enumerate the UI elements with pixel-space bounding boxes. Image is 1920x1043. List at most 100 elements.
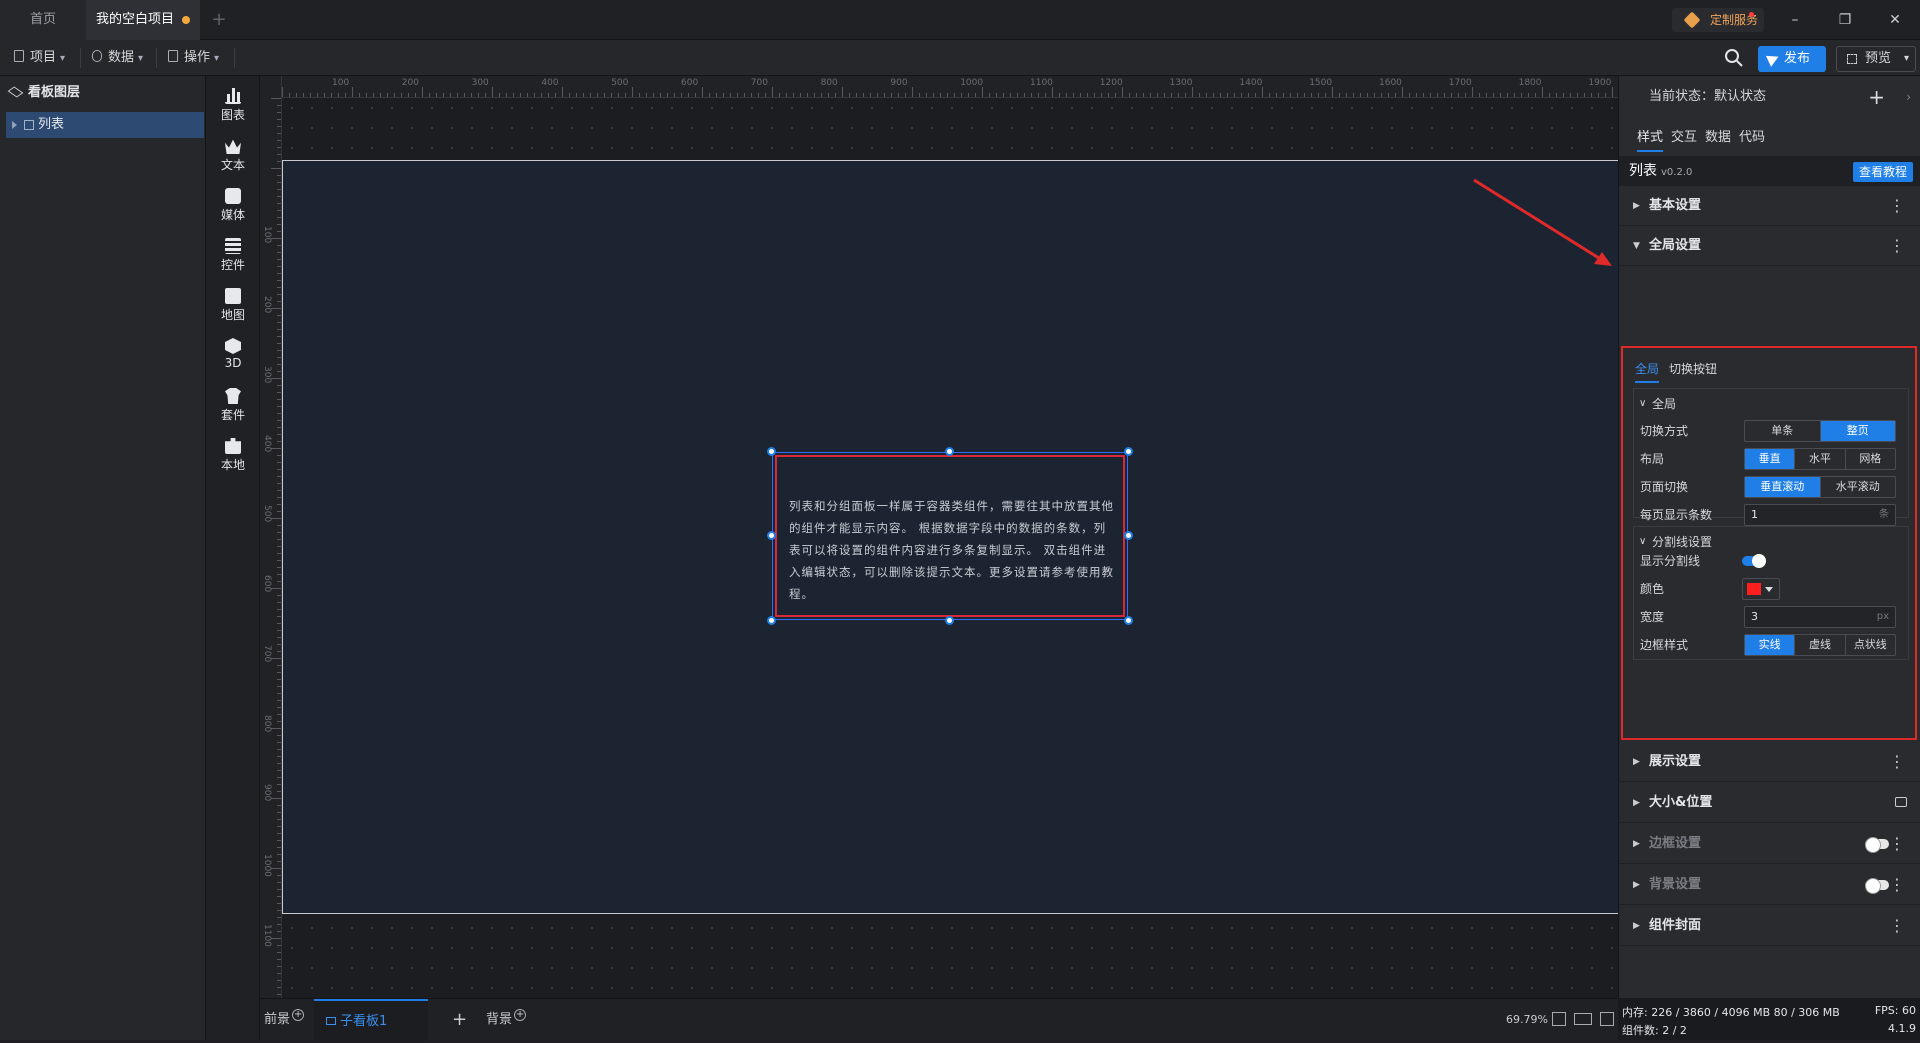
per-page-input[interactable]: 1条 (1744, 504, 1896, 526)
menu-operate-label: 操作 (184, 50, 211, 65)
resize-handle[interactable] (1124, 616, 1133, 625)
field-label: 页面切换 (1640, 480, 1689, 494)
resize-handle[interactable] (767, 531, 776, 540)
border-style-segmented: 实线 虚线 点状线 (1744, 634, 1896, 656)
show-divider-toggle[interactable] (1742, 554, 1766, 568)
resize-handle[interactable] (945, 616, 954, 625)
resize-handle[interactable] (1124, 447, 1133, 456)
ruler-horizontal: 100 200 300 400 500 600 700 800 900 1000 1100 1200 1… (260, 76, 1618, 98)
menu-data-label: 数据 (108, 50, 135, 65)
option-solid[interactable]: 实线 (1745, 635, 1796, 655)
section-global[interactable]: ▼ 全局设置 ⋮ (1619, 226, 1920, 266)
terminal-icon[interactable] (1600, 1012, 1614, 1026)
more-icon[interactable]: ⋮ (1889, 742, 1905, 782)
option-vertical[interactable]: 垂直 (1745, 449, 1796, 469)
add-board-button[interactable]: + (452, 999, 467, 1041)
tab-style[interactable]: 样式 (1637, 126, 1664, 152)
minimize-button[interactable]: – (1772, 0, 1818, 40)
layers-icon (7, 86, 24, 98)
menu-project[interactable]: 项目 ▾ (14, 48, 65, 68)
width-input[interactable]: 3 px (1744, 606, 1896, 628)
tab-code[interactable]: 代码 (1739, 126, 1765, 152)
view-tutorial-button[interactable]: 查看教程 (1852, 162, 1913, 182)
tab-project[interactable]: 我的空白项目 (86, 0, 200, 40)
menu-project-label: 项目 (30, 50, 57, 65)
chevron-right-icon[interactable]: › (1906, 76, 1911, 118)
fit-screen-icon[interactable] (1552, 1012, 1566, 1026)
layer-item-list[interactable]: 列表 (6, 112, 204, 138)
border-toggle[interactable] (1865, 837, 1889, 853)
tool-widget[interactable]: 控件 (206, 238, 260, 273)
file-icon (14, 50, 24, 62)
search-icon[interactable] (1722, 46, 1746, 70)
chevron-down-icon: ▾ (138, 53, 144, 64)
section-display-label: 展示设置 (1649, 754, 1702, 769)
custom-service-button[interactable]: 定制服务 (1672, 8, 1764, 32)
field-label: 每页显示条数 (1640, 508, 1713, 522)
menu-operate[interactable]: 操作 ▾ (168, 48, 219, 68)
memory-status: 内存: 226 / 3860 / 4096 MB 80 / 306 MB (1622, 1006, 1840, 1019)
section-border[interactable]: ▶ 边框设置 ⋮ (1619, 824, 1920, 864)
more-icon[interactable]: ⋮ (1889, 824, 1905, 864)
resize-handle[interactable] (945, 447, 954, 456)
option-horizontal-scroll[interactable]: 水平滚动 (1821, 477, 1896, 497)
resize-handle[interactable] (767, 616, 776, 625)
resize-handle[interactable] (1124, 531, 1133, 540)
resize-handle[interactable] (767, 447, 776, 456)
more-icon[interactable]: ⋮ (1889, 906, 1905, 946)
add-icon[interactable]: + (514, 1009, 527, 1021)
section-basic[interactable]: ▶ 基本设置 ⋮ (1619, 186, 1920, 226)
section-cover[interactable]: ▶ 组件封面 ⋮ (1619, 906, 1920, 946)
more-icon[interactable]: ⋮ (1889, 226, 1905, 266)
ruler-tick-label: 1200 (1099, 78, 1123, 88)
background-toggle[interactable] (1865, 878, 1889, 894)
field-label: 布局 (1640, 452, 1665, 466)
tool-local[interactable]: 本地 (206, 438, 260, 473)
tool-chart[interactable]: 图表 (206, 88, 260, 123)
tool-kit[interactable]: 套件 (206, 388, 260, 423)
tab-background[interactable]: 背景 + (486, 999, 527, 1041)
map-icon (225, 288, 241, 304)
tab-data[interactable]: 数据 (1705, 126, 1731, 152)
option-single[interactable]: 单条 (1745, 421, 1821, 441)
restore-button[interactable]: ❐ (1822, 0, 1868, 40)
lock-icon[interactable] (1895, 797, 1907, 807)
tool-media[interactable]: 媒体 (206, 188, 260, 223)
keyboard-icon[interactable] (1574, 1013, 1592, 1025)
option-dotted[interactable]: 点状线 (1846, 635, 1895, 655)
tab-home[interactable]: 首页 (0, 0, 86, 40)
state-row: 当前状态：默认状态 + › (1619, 76, 1920, 118)
publish-button[interactable]: 发布 (1758, 46, 1826, 72)
tool-3d[interactable]: 3D (206, 338, 260, 370)
option-horizontal[interactable]: 水平 (1795, 449, 1846, 469)
ruler-tick-label: 500 (611, 78, 629, 88)
option-vertical-scroll[interactable]: 垂直滚动 (1745, 477, 1821, 497)
add-tab-button[interactable]: + (206, 0, 232, 40)
color-picker[interactable] (1742, 578, 1780, 600)
more-icon[interactable]: ⋮ (1889, 865, 1905, 905)
section-display[interactable]: ▶ 展示设置 ⋮ (1619, 742, 1920, 782)
canvas-area[interactable]: 100 200 300 400 500 600 700 800 900 1000 1100 1200 1… (260, 76, 1618, 998)
tool-text[interactable]: 文本 (206, 138, 260, 173)
option-page[interactable]: 整页 (1820, 421, 1895, 441)
group-global-header[interactable]: ∨ 全局 (1634, 389, 1908, 419)
list-component[interactable]: 列表和分组面板一样属于容器类组件，需要往其中放置其他的组件才能显示内容。 根据数… (767, 447, 1133, 625)
menu-data[interactable]: 数据 ▾ (92, 48, 143, 68)
tab-interaction[interactable]: 交互 (1671, 126, 1697, 152)
preview-button[interactable]: 预览 ▾ (1836, 46, 1916, 72)
tool-map[interactable]: 地图 (206, 288, 260, 323)
tab-foreground[interactable]: 前景 + (264, 999, 305, 1041)
option-grid[interactable]: 网格 (1846, 449, 1895, 469)
subtab-global[interactable]: 全局 (1635, 360, 1660, 383)
add-state-button[interactable]: + (1868, 76, 1885, 118)
option-dashed[interactable]: 虚线 (1795, 635, 1846, 655)
add-icon[interactable]: + (292, 1009, 305, 1021)
zoom-level[interactable]: 69.79% (1506, 1013, 1548, 1026)
subtab-switch-button[interactable]: 切换按钮 (1669, 360, 1717, 377)
section-size-position[interactable]: ▶ 大小&位置 (1619, 783, 1920, 823)
section-background[interactable]: ▶ 背景设置 ⋮ (1619, 865, 1920, 905)
expand-arrow-icon[interactable] (12, 121, 17, 129)
tab-child-board[interactable]: 子看板1 (314, 999, 428, 1041)
close-button[interactable]: ✕ (1872, 0, 1918, 40)
more-icon[interactable]: ⋮ (1889, 186, 1905, 226)
